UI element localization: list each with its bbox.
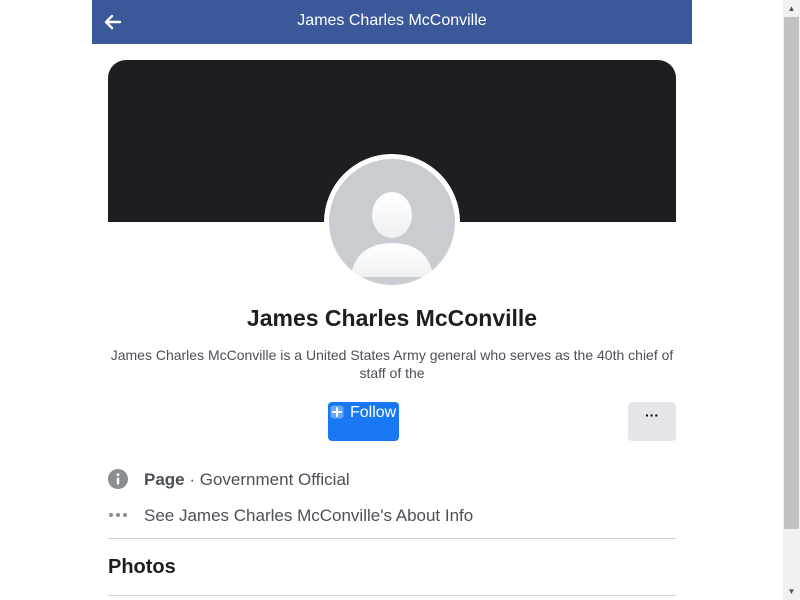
page-title: James Charles McConville (297, 12, 487, 29)
more-options-button[interactable]: ··· (628, 402, 676, 441)
profile-page: James Charles McConville James Charles M… (92, 0, 692, 600)
follow-plus-icon (330, 405, 344, 419)
scrollbar-thumb[interactable] (784, 17, 799, 529)
scroll-up-arrow-icon[interactable]: ▲ (783, 0, 800, 17)
default-person-avatar-icon (351, 192, 433, 277)
scroll-down-arrow-icon[interactable]: ▼ (783, 583, 800, 600)
divider (108, 538, 676, 539)
info-icon (108, 469, 128, 489)
about-info-link[interactable]: See James Charles McConville's About Inf… (108, 504, 676, 528)
photos-section-title: Photos (108, 556, 176, 578)
profile-name: James Charles McConville (246, 305, 538, 331)
page-category: · Government Official (189, 470, 350, 489)
profile-picture[interactable] (324, 154, 460, 290)
follow-label: Follow (350, 404, 397, 421)
more-dots-icon: ··· (645, 407, 659, 423)
about-link-text: See James Charles McConville's About Inf… (144, 506, 474, 525)
profile-description: James Charles McConville is a United Sta… (110, 347, 674, 381)
page-category-row: Page · Government Official (108, 468, 676, 492)
top-bar: James Charles McConville (92, 0, 692, 44)
divider (108, 595, 676, 596)
ellipsis-icon (109, 513, 127, 517)
page-type-label: Page (144, 470, 185, 489)
avatar (329, 159, 455, 285)
follow-button[interactable]: Follow (328, 402, 399, 441)
